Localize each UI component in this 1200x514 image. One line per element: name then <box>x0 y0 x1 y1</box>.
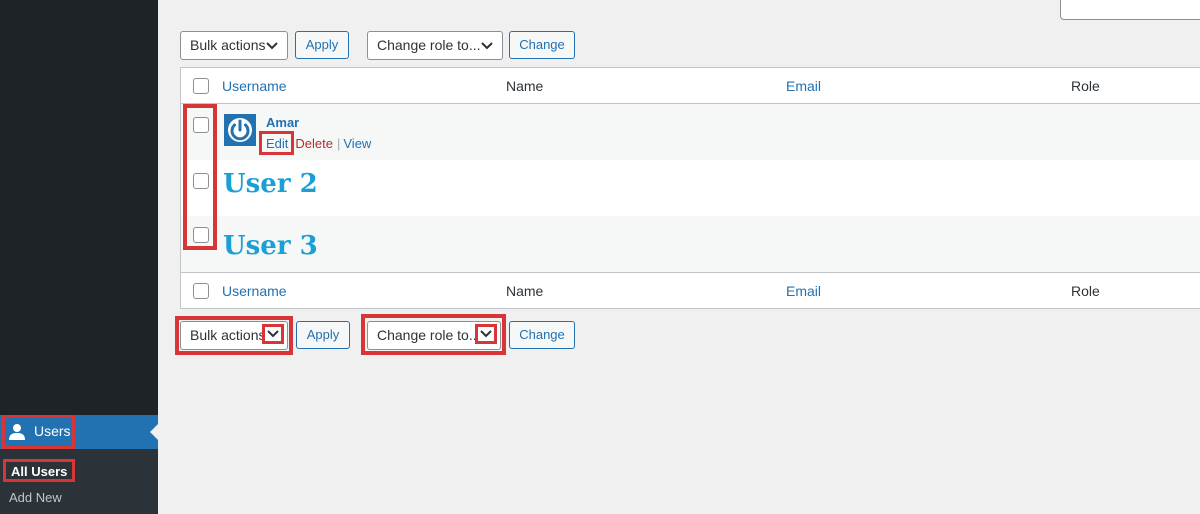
apply-button-top[interactable]: Apply <box>295 31 349 59</box>
edit-highlight-box <box>259 131 294 155</box>
col-role: Role <box>1071 78 1100 94</box>
submenu-all-users[interactable]: All Users <box>3 459 76 482</box>
table-footer: Username Name Email Role <box>181 272 1200 308</box>
username-link[interactable]: Amar <box>266 115 299 130</box>
current-menu-arrow <box>150 424 158 440</box>
chevron-down-icon <box>481 42 493 50</box>
change-role-select-top[interactable]: Change role to... <box>367 31 503 60</box>
table-header: Username Name Email Role <box>181 68 1200 104</box>
chevron-down-icon <box>267 330 279 338</box>
username-text: User 3 <box>223 231 318 261</box>
users-submenu: All Users Add New <box>0 449 158 514</box>
user-icon <box>9 424 25 440</box>
table-row: User 3 <box>181 216 1200 272</box>
change-role-chevron-highlight <box>475 324 497 344</box>
table-row: Amar Edit Delete | View <box>181 104 1200 160</box>
chevron-down-icon <box>480 330 492 338</box>
change-button-top[interactable]: Change <box>509 31 575 59</box>
select-all-checkbox[interactable] <box>193 78 209 94</box>
admin-sidebar: Users All Users Add New <box>0 0 158 514</box>
sidebar-item-users-label: Users <box>34 423 71 439</box>
power-avatar-icon <box>224 114 256 146</box>
chevron-down-icon <box>266 42 278 50</box>
col-email[interactable]: Email <box>786 283 821 299</box>
users-table: Username Name Email Role Amar Edit Delete… <box>180 67 1200 309</box>
bulk-actions-chevron-highlight <box>262 324 284 344</box>
username-text: User 2 <box>223 169 318 199</box>
bulk-actions-label: Bulk actions <box>190 37 266 53</box>
col-email[interactable]: Email <box>786 78 821 94</box>
delete-link[interactable]: Delete <box>295 136 333 151</box>
submenu-add-new[interactable]: Add New <box>9 490 62 505</box>
change-role-label: Change role to... <box>377 37 481 53</box>
col-username[interactable]: Username <box>222 78 287 94</box>
col-username[interactable]: Username <box>222 283 287 299</box>
sidebar-item-users[interactable]: Users <box>0 415 158 449</box>
search-input[interactable] <box>1060 0 1200 20</box>
apply-button-bottom[interactable]: Apply <box>296 321 350 349</box>
col-name: Name <box>506 78 544 94</box>
view-link[interactable]: View <box>343 136 371 151</box>
change-button-bottom[interactable]: Change <box>509 321 575 349</box>
table-row: User 2 <box>181 160 1200 216</box>
col-role: Role <box>1071 283 1100 299</box>
action-separator: | <box>336 136 341 151</box>
col-name: Name <box>506 283 544 299</box>
checkboxes-highlight-box <box>183 104 217 250</box>
bulk-actions-select-top[interactable]: Bulk actions <box>180 31 288 60</box>
select-all-checkbox[interactable] <box>193 283 209 299</box>
